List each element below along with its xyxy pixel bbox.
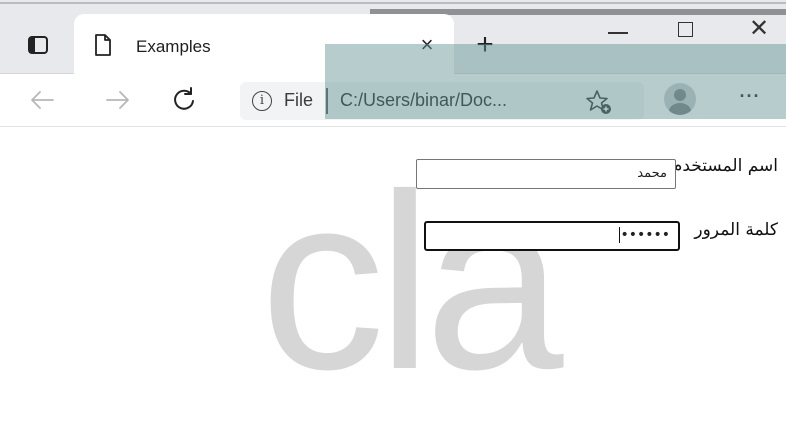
profile-shoulders bbox=[669, 103, 691, 115]
username-input[interactable]: محمد bbox=[416, 159, 676, 189]
tab-close-icon[interactable]: × bbox=[414, 32, 440, 58]
forward-arrow-icon bbox=[106, 91, 129, 109]
tab-strip-top-line bbox=[0, 2, 786, 4]
url-separator bbox=[326, 88, 328, 114]
tab-actions-button[interactable] bbox=[12, 26, 64, 64]
add-favorite-icon[interactable] bbox=[584, 87, 614, 117]
password-label: كلمة المرور bbox=[694, 220, 778, 240]
watermark-text: cla bbox=[260, 142, 564, 421]
url-text[interactable]: C:/Users/binar/Doc... bbox=[340, 90, 507, 111]
url-scheme-label: File bbox=[284, 90, 314, 110]
tab-title: Examples bbox=[136, 37, 211, 56]
document-icon bbox=[95, 34, 111, 56]
site-info-icon[interactable]: i bbox=[252, 91, 272, 111]
password-input[interactable]: •••••• bbox=[424, 221, 680, 251]
refresh-button[interactable] bbox=[166, 82, 202, 118]
maximize-icon[interactable] bbox=[678, 22, 693, 37]
more-options-icon[interactable]: ··· bbox=[730, 86, 770, 114]
forward-button[interactable] bbox=[100, 82, 136, 118]
address-bar[interactable]: i File C:/Users/binar/Doc... bbox=[240, 82, 644, 120]
profile-head bbox=[674, 89, 686, 101]
tab-strip: Examples × + ✕ bbox=[0, 0, 786, 74]
password-value: •••••• bbox=[620, 227, 670, 243]
page-content: cla اسم المستخدم محمد كلمة المرور •••••• bbox=[0, 127, 786, 407]
minimize-icon[interactable] bbox=[608, 32, 628, 34]
tab-actions-icon bbox=[28, 36, 48, 54]
refresh-icon bbox=[174, 87, 194, 110]
username-label: اسم المستخدم bbox=[671, 156, 778, 176]
tab-examples[interactable]: Examples × bbox=[74, 14, 454, 74]
window-close-icon[interactable]: ✕ bbox=[746, 16, 772, 42]
new-tab-button[interactable]: + bbox=[470, 30, 500, 60]
browser-toolbar: i File C:/Users/binar/Doc... ··· bbox=[0, 74, 786, 127]
username-value: محمد bbox=[637, 166, 667, 181]
back-button[interactable] bbox=[24, 82, 60, 118]
back-arrow-icon bbox=[31, 91, 54, 109]
profile-icon[interactable] bbox=[664, 83, 696, 115]
